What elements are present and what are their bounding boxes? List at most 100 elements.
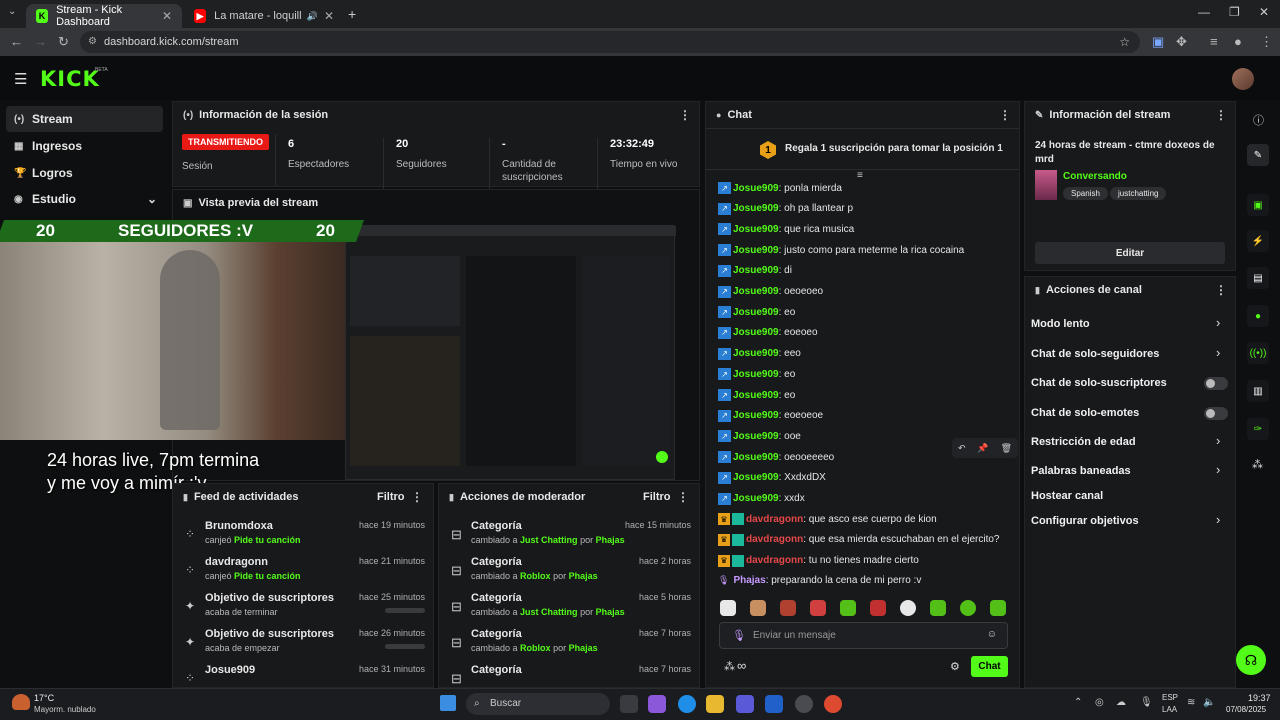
hamburger-icon[interactable]: ☰ [14,70,27,88]
feed-item[interactable]: ✦ Objetivo de suscriptores hace 26 minutos… [173,628,435,664]
task-view-icon[interactable] [620,695,638,713]
emote-icon[interactable] [930,600,946,616]
tray-app-icon[interactable]: ◎ [1095,697,1104,708]
chat-message[interactable]: ♛ davdragonn: tu no tienes madre cierto [718,554,919,567]
feed-filter-button[interactable]: Filtro [377,491,405,503]
back-icon[interactable]: ← [10,34,23,49]
emote-icon[interactable] [840,600,856,616]
crop-icon[interactable]: ▣ [1247,194,1269,216]
lightning-icon[interactable]: ⚡ [1247,230,1269,252]
more-options-icon[interactable]: ⋮ [677,490,689,504]
teams-icon[interactable] [736,695,754,713]
chat-username[interactable]: Josue909 [733,493,779,504]
chat-message[interactable]: ♛ davdragonn: que asco ese cuerpo de kion [718,513,937,526]
avatar[interactable] [1232,68,1254,90]
chat-username[interactable]: Josue909 [733,431,779,442]
tab-youtube[interactable]: ▶ La matare - loquillo y los tr 🔊 ✕ [184,4,344,28]
chat-username[interactable]: Josue909 [733,245,779,256]
chat-message[interactable]: ↗ Josue909: eo [718,306,795,319]
more-options-icon[interactable]: ⋮ [411,490,423,504]
obs-icon[interactable] [795,695,813,713]
chat-message[interactable]: ↗ Josue909: ooe [718,430,801,443]
toggle-switch[interactable] [1204,407,1228,420]
chat-username[interactable]: Josue909 [733,203,779,214]
volume-icon[interactable]: 🔈 [1203,697,1215,708]
chat-username[interactable]: Josue909 [733,307,779,318]
forward-icon[interactable]: → [34,34,47,49]
pinned-gift-banner[interactable]: 1 Regala 1 suscripción para tomar la pos… [706,128,1019,170]
chat-message[interactable]: 🎙 Phajas: preparando la cena de mi perro … [718,575,921,586]
address-bar[interactable]: ⚙ dashboard.kick.com/stream ☆ [80,31,1140,53]
category-name[interactable]: Just Chatting [520,535,578,545]
chat-settings-icon[interactable]: ⚙ [950,660,960,673]
mod-action-item[interactable]: ⊟ Categoría hace 15 minutos cambiado a Just… [439,520,701,556]
chat-username[interactable]: Josue909 [733,265,779,276]
feed-item-reward[interactable]: Pide tu canción [234,535,301,545]
language-indicator[interactable]: ESP [1162,693,1178,702]
chevron-right-icon[interactable]: › [1216,345,1220,360]
chat-message[interactable]: ↗ Josue909: eoeoeoe [718,409,823,422]
chat-username[interactable]: davdragonn [746,534,803,545]
chat-message[interactable]: ↗ Josue909: eo [718,389,795,401]
pencil-icon[interactable]: ✎ [1247,144,1269,166]
category-name[interactable]: Just Chatting [520,607,578,617]
more-options-icon[interactable]: ⋮ [999,108,1011,122]
feed-item-reward[interactable]: Pide tu canción [234,571,301,581]
category-name[interactable]: Roblox [520,571,551,581]
chat-message[interactable]: ↗ Josue909: oeoeoeo [718,285,823,298]
help-headset-icon[interactable]: ☊ [1236,645,1266,675]
emoji-picker-icon[interactable]: ☺ [987,629,997,640]
feed-item[interactable]: ✦ Objetivo de suscriptores hace 25 minutos… [173,592,435,628]
list-icon[interactable]: ▤ [1247,267,1269,289]
chat-input[interactable]: 🎙 Enviar un mensaje ☺ [719,622,1008,649]
chat-message[interactable]: ↗ Josue909: eo [718,368,795,381]
category-link[interactable]: Conversando [1063,171,1127,182]
emote-icon[interactable] [720,600,736,616]
chat-message[interactable]: ↗ Josue909: justo como para meterme la ri… [718,244,964,257]
chevron-down-icon[interactable]: ⌄ [147,192,157,206]
emote-icon[interactable] [960,600,976,616]
toggle-switch[interactable] [1204,377,1228,390]
chat-bubble-icon[interactable]: ● [1247,305,1269,327]
microphone-icon[interactable]: 🎙 [732,629,746,642]
chevron-right-icon[interactable]: › [1216,462,1220,477]
media-icon[interactable]: ≡ [1210,34,1218,49]
mod-action-item[interactable]: ⊟ Categoría hace 5 horas cambiado a Just Ch… [439,592,701,628]
wifi-icon[interactable]: ≋ [1187,697,1195,708]
sidebar-item-logros[interactable]: 🏆 Logros [6,160,163,186]
moderator-name[interactable]: Phajas [596,607,625,617]
chat-message[interactable]: ↗ Josue909: ponla mierda [718,182,842,194]
bookmark-star-icon[interactable]: ☆ [1119,31,1130,53]
expand-icon[interactable]: ≡ [857,170,863,181]
minimize-icon[interactable]: — [1198,5,1210,19]
send-chat-button[interactable]: Chat [971,656,1008,677]
chat-message[interactable]: ↗ Josue909: eeo [718,347,801,360]
wrench-icon[interactable]: ✑ [1247,418,1269,440]
sidebar-item-stream[interactable]: (•) Stream [6,106,163,132]
sidebar-item-ingresos[interactable]: ▦ Ingresos [6,133,163,159]
new-tab-icon[interactable]: + [348,6,356,22]
pin-icon[interactable]: 📌 [977,443,988,454]
copilot-icon[interactable] [648,695,666,713]
site-info-icon[interactable]: ⚙ [88,31,97,53]
close-tab-icon[interactable]: ✕ [324,9,334,23]
chevron-right-icon[interactable]: › [1216,433,1220,448]
mod-action-item[interactable]: ⊟ Categoría hace 7 horas cambiado a Roblox … [439,628,701,664]
clock-date[interactable]: 07/08/2025 [1226,705,1266,714]
chat-username[interactable]: davdragonn [746,514,803,525]
file-explorer-icon[interactable] [706,695,724,713]
category-name[interactable]: Roblox [520,643,551,653]
broadcast-icon[interactable]: ((•)) [1247,342,1269,364]
emote-icon[interactable] [810,600,826,616]
tab-kick-dashboard[interactable]: K Stream - Kick Dashboard ✕ [26,4,182,28]
layout-icon[interactable]: ▥ [1247,380,1269,402]
more-options-icon[interactable]: ⋮ [679,108,691,122]
store-icon[interactable] [765,695,783,713]
weather-icon[interactable] [12,694,30,710]
moderator-name[interactable]: Phajas [596,535,625,545]
chat-username[interactable]: Josue909 [733,286,779,297]
tray-chevron-icon[interactable]: ⌃ [1074,697,1082,708]
more-options-icon[interactable]: ⋮ [1215,108,1227,122]
feed-item[interactable]: ⁘ Brunomdoxa hace 19 minutos canjeó Pide tu… [173,520,435,556]
edge-icon[interactable] [678,695,696,713]
